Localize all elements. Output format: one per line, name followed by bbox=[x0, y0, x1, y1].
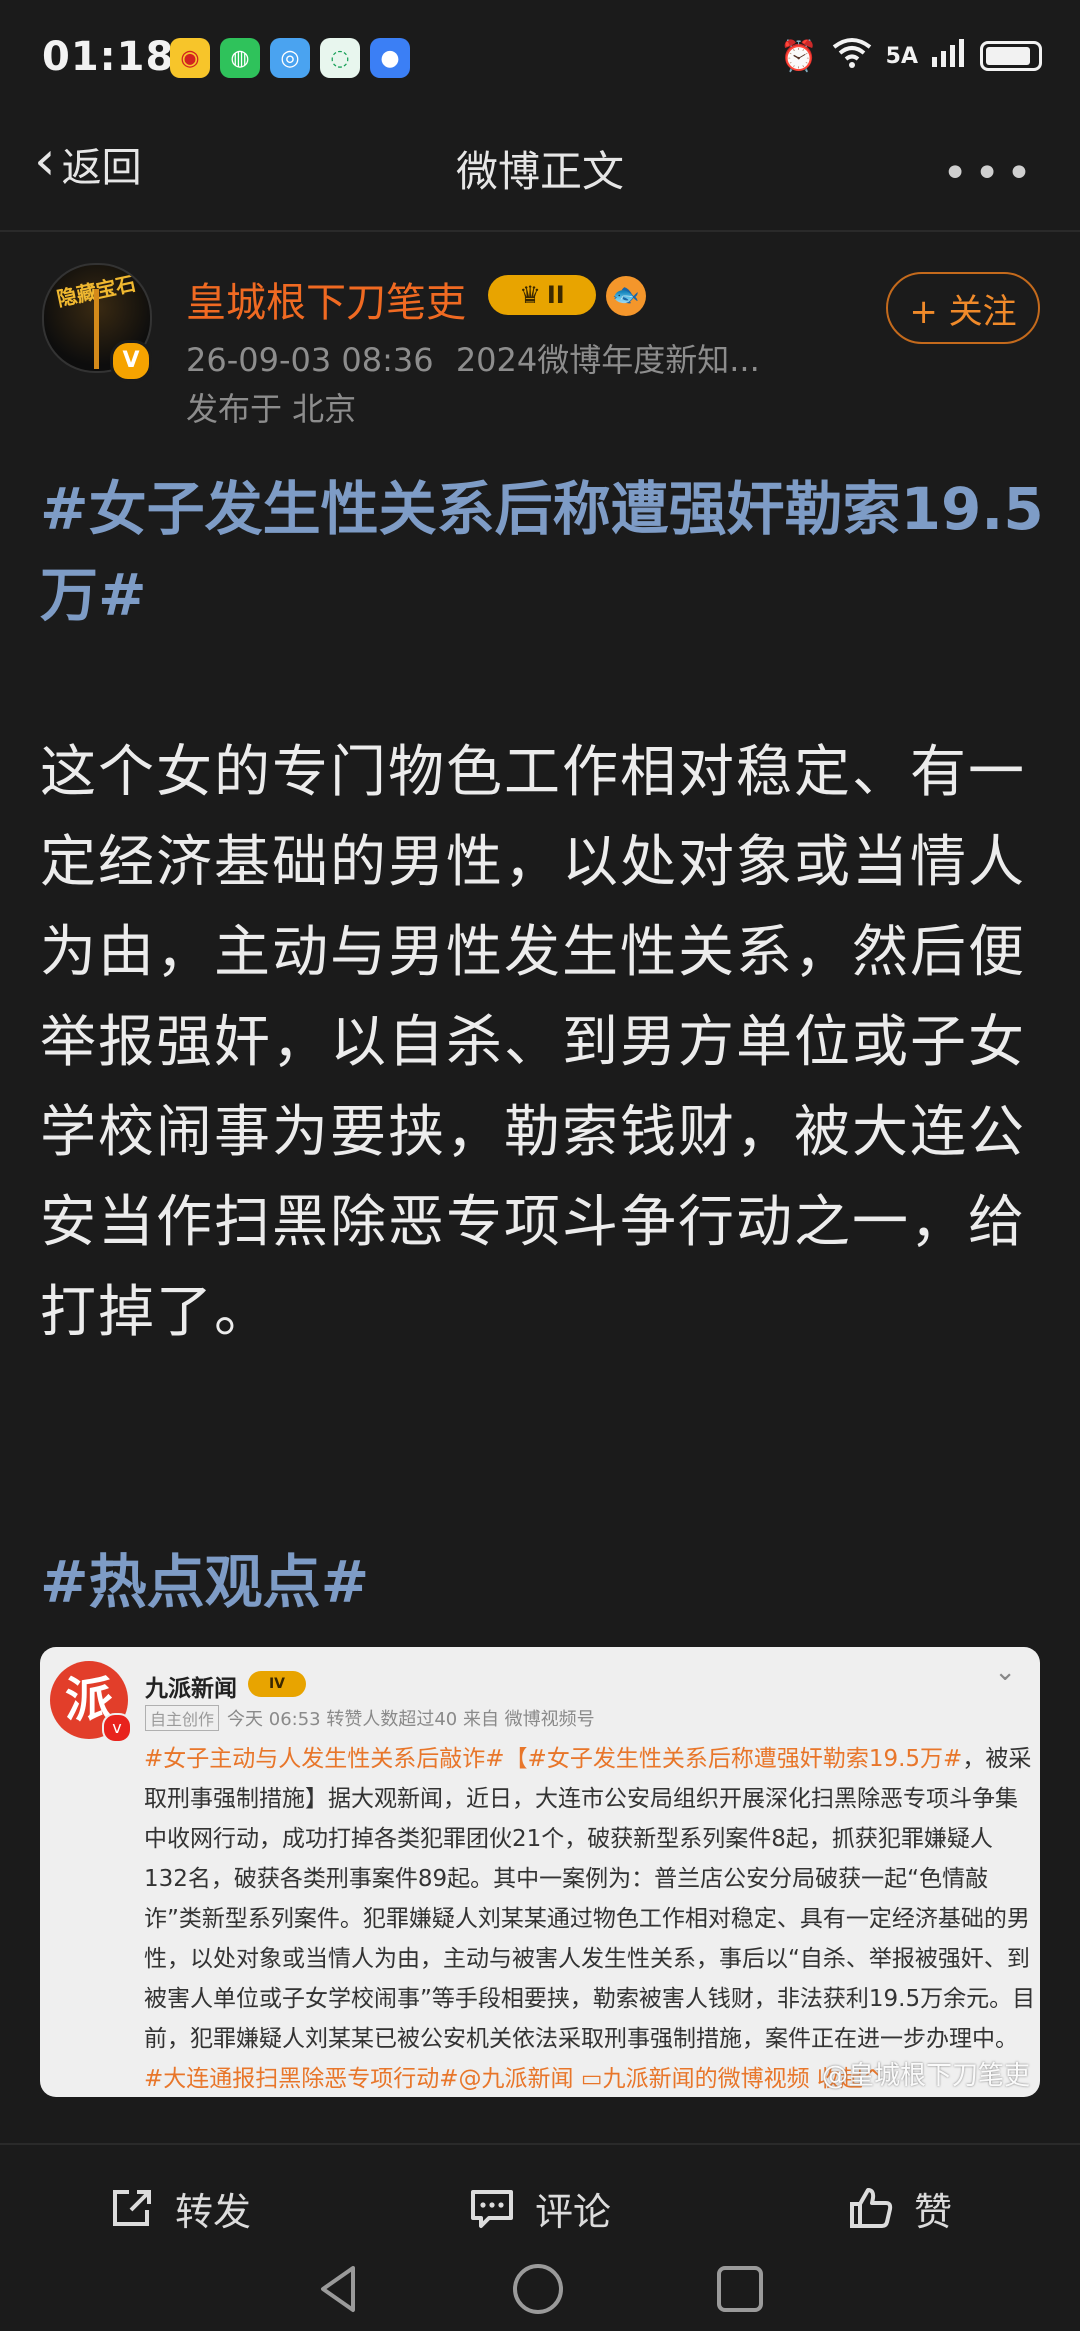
watermark: @皇城根下刀笔吏 bbox=[821, 2061, 1030, 2091]
follow-button[interactable]: + 关注 bbox=[886, 272, 1040, 344]
post-meta: 26-09-03 08:36 2024微博年度新知... bbox=[186, 335, 760, 381]
level-badge[interactable]: ♛ II bbox=[488, 275, 596, 315]
like-label: 赞 bbox=[913, 2189, 952, 2234]
chat-icon: ● bbox=[370, 38, 410, 78]
fan-badge-icon[interactable]: 🐟 bbox=[606, 276, 646, 316]
system-home-icon[interactable] bbox=[511, 2262, 565, 2320]
signal-icon bbox=[932, 37, 966, 75]
comment-label: 评论 bbox=[534, 2189, 611, 2234]
verified-icon: v bbox=[102, 1713, 132, 1743]
status-indicators: ⏰ 5A bbox=[780, 36, 1042, 76]
action-bar: 转发 评论 赞 bbox=[0, 2168, 1080, 2248]
post-location: 发布于 北京 bbox=[186, 390, 357, 428]
author-name[interactable]: 皇城根下刀笔吏 bbox=[186, 270, 466, 328]
wifi-icon bbox=[832, 36, 872, 76]
wechat-icon: ◍ bbox=[220, 38, 260, 78]
share-icon bbox=[109, 2186, 155, 2230]
crown-icon: ♛ bbox=[519, 281, 541, 309]
browser-icon: ◎ bbox=[270, 38, 310, 78]
post-source: 2024微博年度新知... bbox=[455, 341, 760, 379]
repost-button[interactable]: 转发 bbox=[0, 2168, 360, 2248]
status-bar: 01:18 ◉ ◍ ◎ ◌ ● ⏰ 5A bbox=[0, 0, 1080, 125]
more-icon[interactable]: ••• bbox=[942, 148, 1038, 199]
avatar-decoration bbox=[94, 289, 99, 369]
hashtag-link[interactable]: #大连通报扫黑除恶专项行动#@九派新闻 bbox=[144, 2066, 574, 2092]
level-badge-label: II bbox=[546, 281, 565, 309]
video-link[interactable]: ▭九派新闻的微博视频 bbox=[581, 2066, 810, 2092]
hashtag-link[interactable]: #女子主动与人发生性关系后敲诈# bbox=[144, 1746, 505, 1772]
action-divider bbox=[0, 2143, 1080, 2145]
original-tag: 自主创作 bbox=[145, 1705, 220, 1731]
post-date: 26-09-03 08:36 bbox=[186, 341, 434, 379]
status-time: 01:18 bbox=[42, 34, 175, 80]
system-recents-icon[interactable] bbox=[715, 2264, 765, 2318]
hashtag-link[interactable]: 【#女子发生性关系后称遭强奸勒索19.5万# bbox=[505, 1746, 963, 1772]
source-meta-text: 今天 06:53 转赞人数超过40 来自 微博视频号 bbox=[227, 1709, 595, 1730]
weibo-icon: ◉ bbox=[170, 38, 210, 78]
system-back-icon[interactable] bbox=[315, 2264, 361, 2318]
battery-icon bbox=[980, 41, 1042, 71]
comment-button[interactable]: 评论 bbox=[360, 2168, 720, 2248]
video-link-label: 九派新闻的微博视频 bbox=[602, 2066, 810, 2092]
header-divider bbox=[0, 230, 1080, 232]
repost-label: 转发 bbox=[174, 2189, 251, 2234]
comment-icon bbox=[469, 2186, 515, 2230]
page-title: 微博正文 bbox=[455, 147, 624, 196]
system-nav-bar bbox=[0, 2250, 1080, 2331]
embedded-post-card[interactable]: 派 v 九派新闻 IV ⌄ 自主创作 今天 06:53 转赞人数超过40 来自 … bbox=[40, 1647, 1040, 2097]
post-body: 这个女的专门物色工作相对稳定、有一定经济基础的男性，以处对象或当情人为由，主动与… bbox=[40, 740, 1026, 1345]
alarm-icon: ⏰ bbox=[780, 38, 818, 74]
post-hashtag-title[interactable]: #女子发生性关系后称遭强奸勒索19.5万# bbox=[40, 466, 1050, 638]
source-level-badge: IV bbox=[248, 1671, 306, 1697]
source-meta: 自主创作 今天 06:53 转赞人数超过40 来自 微博视频号 bbox=[145, 1705, 595, 1731]
messages-icon: ◌ bbox=[320, 38, 360, 78]
source-body: ，被采取刑事强制措施】据大观新闻，近日，大连市公安局组织开展深化扫黑除恶专项斗争… bbox=[144, 1746, 1036, 2052]
verified-icon: V bbox=[110, 340, 152, 382]
like-button[interactable]: 赞 bbox=[720, 2168, 1080, 2248]
network-label: 5A bbox=[885, 43, 918, 69]
notification-icons: ◉ ◍ ◎ ◌ ● bbox=[170, 38, 410, 78]
source-name[interactable]: 九派新闻 bbox=[145, 1669, 237, 1703]
thumbs-up-icon bbox=[848, 2186, 894, 2230]
source-text: #女子主动与人发生性关系后敲诈#【#女子发生性关系后称遭强奸勒索19.5万#，被… bbox=[144, 1739, 1036, 2097]
chevron-down-icon[interactable]: ⌄ bbox=[994, 1657, 1016, 1687]
hot-topic-tag[interactable]: #热点观点# bbox=[40, 1535, 369, 1619]
